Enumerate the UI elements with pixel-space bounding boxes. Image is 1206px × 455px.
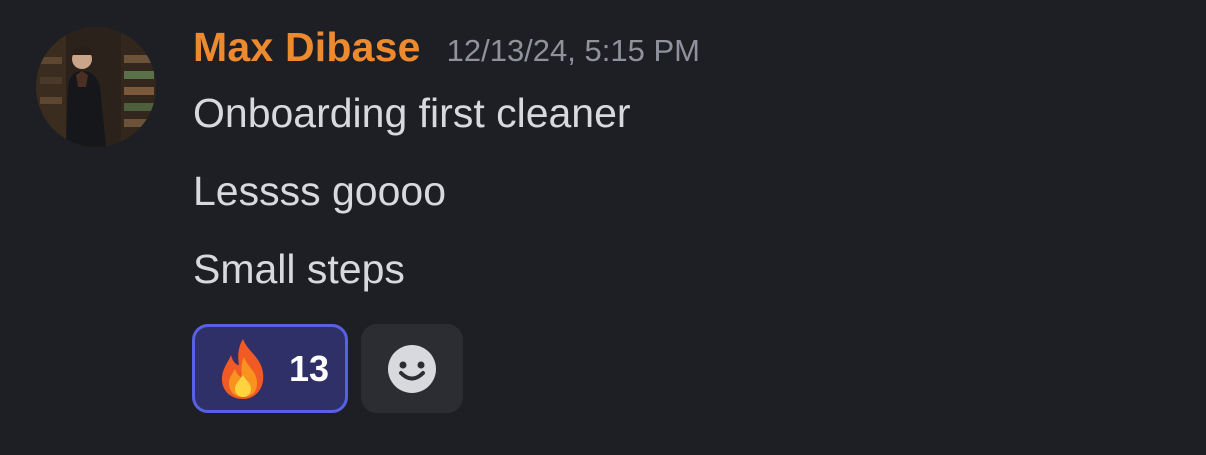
reaction-count: 13 <box>289 347 330 389</box>
add-reaction-button[interactable] <box>361 324 463 413</box>
chat-message: Max Dibase 12/13/24, 5:15 PM Onboarding … <box>0 0 1206 455</box>
username[interactable]: Max Dibase <box>193 24 421 71</box>
timestamp[interactable]: 12/13/24, 5:15 PM <box>447 33 700 69</box>
reaction-bar: 13 <box>192 324 463 413</box>
fire-reaction-button[interactable]: 13 <box>192 324 348 413</box>
message-line: Lessss goooo <box>193 168 447 214</box>
avatar-photo <box>36 27 156 147</box>
smiley-icon <box>388 344 436 393</box>
fire-icon <box>221 338 264 399</box>
message-line: Small steps <box>193 246 405 292</box>
message-line: Onboarding first cleaner <box>193 90 631 136</box>
message-header: Max Dibase 12/13/24, 5:15 PM <box>193 24 700 74</box>
avatar[interactable] <box>36 27 156 147</box>
